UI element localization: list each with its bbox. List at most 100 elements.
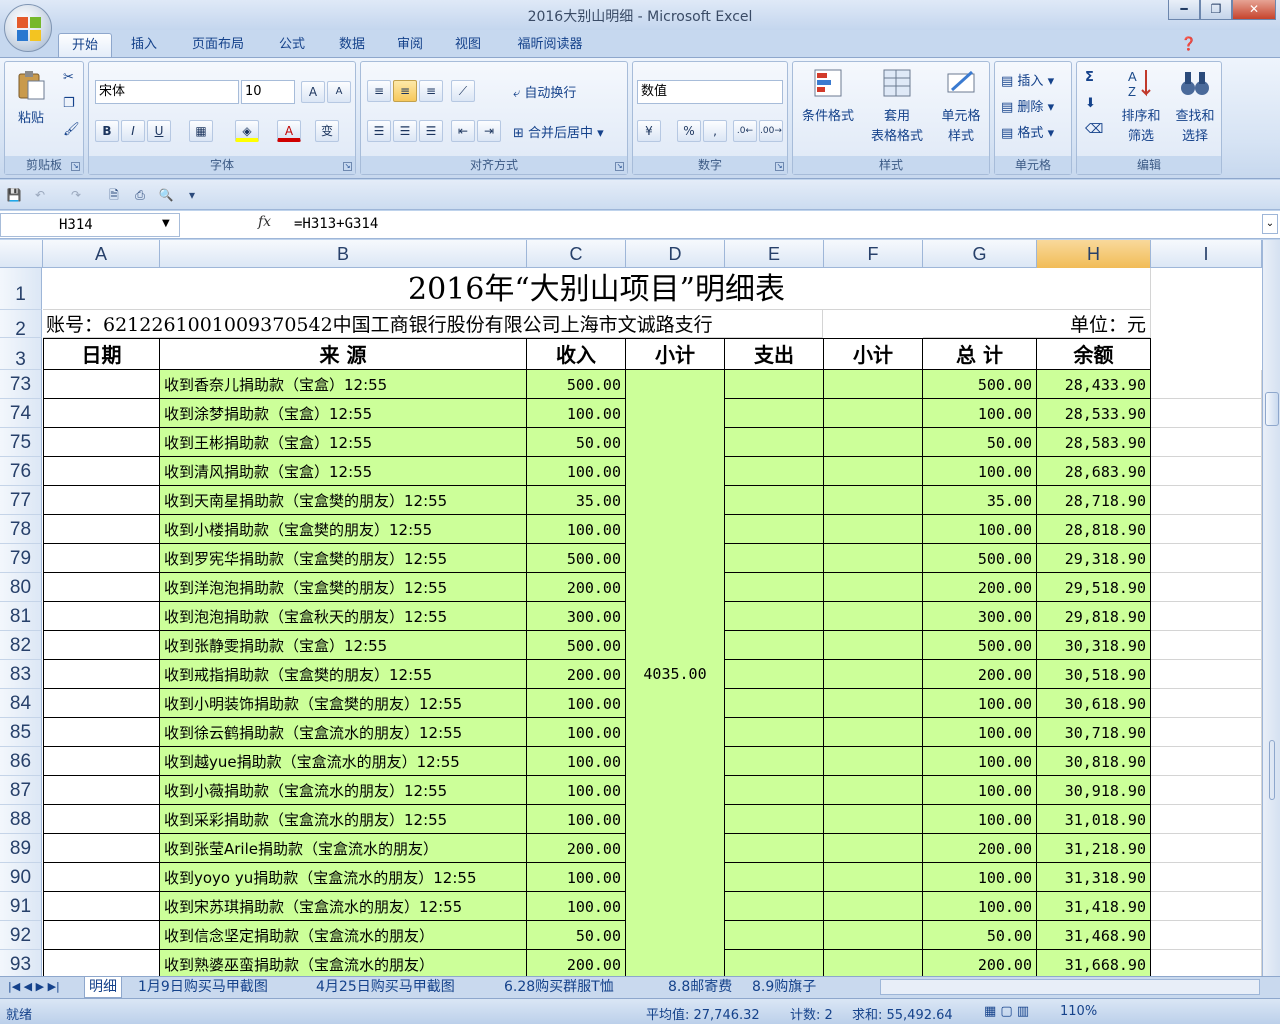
total-cell[interactable]: 100.00 bbox=[923, 718, 1037, 747]
expense-cell[interactable] bbox=[725, 863, 824, 892]
date-cell[interactable] bbox=[43, 515, 160, 544]
total-cell[interactable]: 35.00 bbox=[923, 486, 1037, 515]
currency-icon[interactable]: ¥ bbox=[637, 120, 661, 142]
empty-cell[interactable] bbox=[1151, 457, 1262, 486]
expense-subtotal-cell[interactable] bbox=[824, 515, 923, 544]
expense-subtotal-cell[interactable] bbox=[824, 631, 923, 660]
expense-cell[interactable] bbox=[725, 805, 824, 834]
total-cell[interactable]: 100.00 bbox=[923, 399, 1037, 428]
row-header[interactable]: 91 bbox=[0, 892, 42, 921]
balance-cell[interactable]: 28,433.90 bbox=[1037, 370, 1151, 399]
balance-cell[interactable]: 31,018.90 bbox=[1037, 805, 1151, 834]
row-header[interactable]: 77 bbox=[0, 486, 42, 515]
date-cell[interactable] bbox=[43, 834, 160, 863]
column-header[interactable]: A bbox=[43, 240, 160, 268]
total-cell[interactable]: 500.00 bbox=[923, 544, 1037, 573]
align-middle-icon[interactable]: ≡ bbox=[393, 80, 417, 102]
balance-cell[interactable]: 30,618.90 bbox=[1037, 689, 1151, 718]
cell-styles-button[interactable]: 单元格 样式 bbox=[933, 66, 989, 147]
date-cell[interactable] bbox=[43, 805, 160, 834]
income-cell[interactable]: 100.00 bbox=[527, 718, 626, 747]
tab-foxit[interactable]: 福昕阅读器 bbox=[502, 33, 598, 57]
date-cell[interactable] bbox=[43, 921, 160, 950]
total-cell[interactable]: 300.00 bbox=[923, 602, 1037, 631]
balance-cell[interactable]: 28,683.90 bbox=[1037, 457, 1151, 486]
date-cell[interactable] bbox=[43, 602, 160, 631]
income-cell[interactable]: 100.00 bbox=[527, 689, 626, 718]
view-buttons[interactable]: ▦ ▢ ▥ bbox=[984, 1004, 1029, 1019]
find-select-button[interactable]: 查找和 选择 bbox=[1169, 66, 1221, 147]
expense-cell[interactable] bbox=[725, 776, 824, 805]
balance-cell[interactable]: 30,318.90 bbox=[1037, 631, 1151, 660]
empty-cell[interactable] bbox=[1151, 805, 1262, 834]
income-cell[interactable]: 100.00 bbox=[527, 457, 626, 486]
expense-cell[interactable] bbox=[725, 660, 824, 689]
expand-formula-icon[interactable]: ⌄ bbox=[1262, 214, 1278, 234]
balance-cell[interactable]: 31,668.90 bbox=[1037, 950, 1151, 976]
expense-subtotal-cell[interactable] bbox=[824, 689, 923, 718]
number-format-select[interactable]: 数值 bbox=[637, 80, 783, 104]
income-cell[interactable]: 200.00 bbox=[527, 834, 626, 863]
source-cell[interactable]: 收到戒指捐助款（宝盒樊的朋友）12:55 bbox=[160, 660, 527, 689]
font-color-icon[interactable]: A bbox=[277, 120, 301, 142]
balance-cell[interactable]: 30,818.90 bbox=[1037, 747, 1151, 776]
row-header[interactable]: 75 bbox=[0, 428, 42, 457]
expense-cell[interactable] bbox=[725, 399, 824, 428]
income-cell[interactable]: 100.00 bbox=[527, 515, 626, 544]
column-header[interactable]: B bbox=[160, 240, 527, 268]
percent-button[interactable]: % bbox=[677, 120, 701, 142]
empty-cell[interactable] bbox=[1151, 486, 1262, 515]
total-cell[interactable]: 50.00 bbox=[923, 921, 1037, 950]
expense-subtotal-cell[interactable] bbox=[824, 486, 923, 515]
tab-view[interactable]: 视图 bbox=[444, 33, 492, 57]
source-cell[interactable]: 收到信念坚定捐助款（宝盒流水的朋友） bbox=[160, 921, 527, 950]
empty-cell[interactable] bbox=[1151, 544, 1262, 573]
row-header[interactable]: 88 bbox=[0, 805, 42, 834]
income-cell[interactable]: 100.00 bbox=[527, 863, 626, 892]
column-header[interactable]: E bbox=[725, 240, 824, 268]
align-right-icon[interactable]: ☰ bbox=[419, 120, 443, 142]
empty-cell[interactable] bbox=[1151, 631, 1262, 660]
expense-cell[interactable] bbox=[725, 602, 824, 631]
row-header[interactable]: 78 bbox=[0, 515, 42, 544]
income-cell[interactable]: 35.00 bbox=[527, 486, 626, 515]
date-cell[interactable] bbox=[43, 718, 160, 747]
expense-subtotal-cell[interactable] bbox=[824, 863, 923, 892]
empty-cell[interactable] bbox=[1151, 660, 1262, 689]
total-cell[interactable]: 200.00 bbox=[923, 573, 1037, 602]
income-cell[interactable]: 200.00 bbox=[527, 950, 626, 976]
expense-cell[interactable] bbox=[725, 834, 824, 863]
expense-subtotal-cell[interactable] bbox=[824, 573, 923, 602]
expense-subtotal-cell[interactable] bbox=[824, 660, 923, 689]
font-size-select[interactable]: 10 bbox=[241, 80, 295, 104]
income-cell[interactable]: 300.00 bbox=[527, 602, 626, 631]
clear-icon[interactable]: ⌫ bbox=[1085, 122, 1103, 137]
format-painter-icon[interactable]: 🖌 bbox=[63, 122, 80, 137]
income-cell[interactable]: 500.00 bbox=[527, 544, 626, 573]
date-cell[interactable] bbox=[43, 428, 160, 457]
total-cell[interactable]: 100.00 bbox=[923, 457, 1037, 486]
dialog-launcher-icon[interactable]: ↘ bbox=[615, 162, 624, 171]
name-box[interactable]: H314 bbox=[0, 213, 180, 237]
source-cell[interactable]: 收到天南星捐助款（宝盒樊的朋友）12:55 bbox=[160, 486, 527, 515]
balance-cell[interactable]: 30,918.90 bbox=[1037, 776, 1151, 805]
empty-cell[interactable] bbox=[1151, 718, 1262, 747]
date-cell[interactable] bbox=[43, 776, 160, 805]
expense-subtotal-cell[interactable] bbox=[824, 776, 923, 805]
expense-cell[interactable] bbox=[725, 428, 824, 457]
expense-cell[interactable] bbox=[725, 370, 824, 399]
column-header[interactable]: I bbox=[1151, 240, 1262, 268]
source-cell[interactable]: 收到涂梦捐助款（宝盒）12:55 bbox=[160, 399, 527, 428]
source-cell[interactable]: 收到张静雯捐助款（宝盒）12:55 bbox=[160, 631, 527, 660]
total-cell[interactable]: 50.00 bbox=[923, 428, 1037, 457]
expense-cell[interactable] bbox=[725, 747, 824, 776]
balance-cell[interactable]: 31,318.90 bbox=[1037, 863, 1151, 892]
date-cell[interactable] bbox=[43, 863, 160, 892]
income-cell[interactable]: 500.00 bbox=[527, 631, 626, 660]
row-header[interactable]: 81 bbox=[0, 602, 42, 631]
zoom-level[interactable]: 110% bbox=[1060, 1004, 1097, 1019]
redo-icon[interactable]: ↷ bbox=[68, 187, 84, 203]
balance-cell[interactable]: 28,718.90 bbox=[1037, 486, 1151, 515]
total-cell[interactable]: 200.00 bbox=[923, 660, 1037, 689]
expense-subtotal-cell[interactable] bbox=[824, 805, 923, 834]
